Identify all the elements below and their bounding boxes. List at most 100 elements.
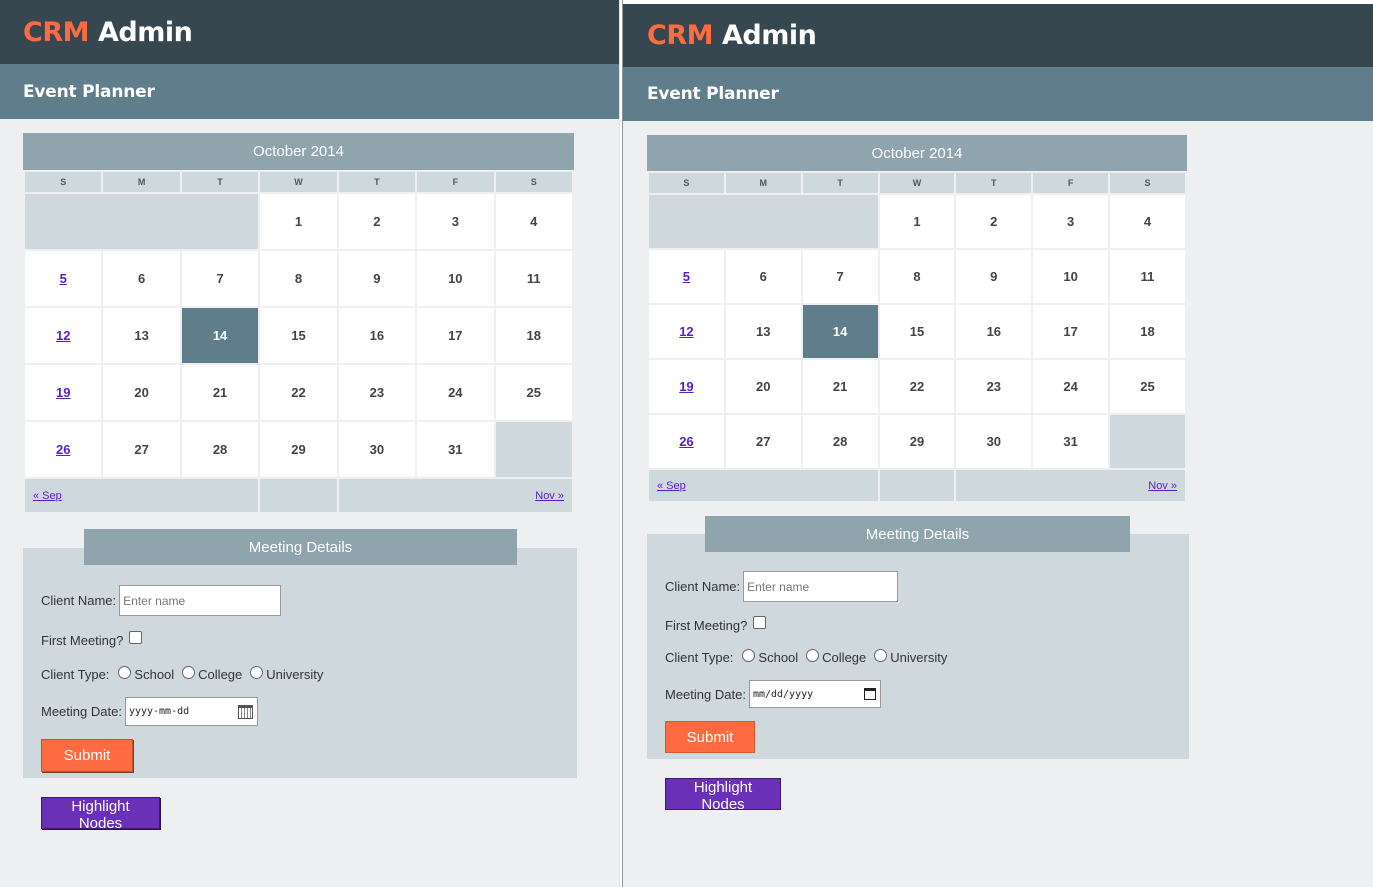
school-label: School bbox=[758, 650, 799, 665]
university-radio[interactable] bbox=[874, 649, 888, 662]
calendar-day[interactable]: 16 bbox=[338, 308, 416, 363]
meeting-date-input[interactable]: yyyy-mm-dd bbox=[124, 697, 258, 726]
college-radio[interactable] bbox=[806, 649, 820, 662]
school-radio[interactable] bbox=[742, 649, 756, 662]
calendar-day[interactable]: 21 bbox=[802, 360, 878, 413]
calendar-day[interactable]: 4 bbox=[1110, 195, 1185, 248]
calendar-day[interactable]: 18 bbox=[495, 308, 572, 363]
calendar-day-selected[interactable]: 14 bbox=[181, 308, 259, 363]
calendar-day-selected[interactable]: 14 bbox=[802, 305, 878, 358]
calendar-day[interactable]: 30 bbox=[956, 415, 1032, 468]
calendar-day[interactable]: 10 bbox=[417, 251, 494, 306]
university-radio[interactable] bbox=[250, 666, 264, 679]
calendar-day[interactable]: 10 bbox=[1033, 250, 1109, 303]
calendar-day[interactable]: 7 bbox=[802, 250, 878, 303]
calendar-day[interactable]: 16 bbox=[956, 305, 1032, 358]
calendar-day[interactable]: 31 bbox=[417, 422, 494, 477]
calendar-day[interactable]: 30 bbox=[338, 422, 416, 477]
calendar-day[interactable]: 7 bbox=[181, 251, 259, 306]
app-header: CRM Admin bbox=[623, 4, 1373, 67]
calendar-day[interactable]: 9 bbox=[956, 250, 1032, 303]
calendar-day[interactable]: 17 bbox=[1033, 305, 1109, 358]
calendar-day[interactable]: 29 bbox=[260, 422, 337, 477]
weekday-label: W bbox=[260, 172, 337, 192]
calendar-day[interactable]: 21 bbox=[181, 365, 259, 420]
calendar-day[interactable]: 23 bbox=[956, 360, 1032, 413]
calendar-day-link[interactable]: 12 bbox=[56, 328, 70, 343]
submit-button[interactable]: Submit bbox=[665, 721, 755, 753]
calendar-day[interactable]: 8 bbox=[260, 251, 337, 306]
college-radio[interactable] bbox=[182, 666, 196, 679]
calendar-day[interactable]: 2 bbox=[338, 194, 416, 249]
app-header: CRM Admin bbox=[0, 0, 619, 64]
prev-month-link[interactable]: « Sep bbox=[657, 480, 686, 492]
calendar-day[interactable]: 20 bbox=[725, 360, 801, 413]
weekday-header-row: S M T W T F S bbox=[649, 173, 1185, 193]
school-radio[interactable] bbox=[118, 666, 132, 679]
calendar-day[interactable]: 2 bbox=[956, 195, 1032, 248]
calendar-day[interactable]: 22 bbox=[260, 365, 337, 420]
first-meeting-checkbox[interactable] bbox=[753, 616, 767, 629]
calendar-day-link[interactable]: 19 bbox=[679, 379, 693, 394]
calendar-day[interactable]: 6 bbox=[103, 251, 180, 306]
calendar-day[interactable]: 4 bbox=[495, 194, 572, 249]
calendar-day[interactable]: 3 bbox=[1033, 195, 1109, 248]
calendar-day[interactable]: 11 bbox=[1110, 250, 1185, 303]
page-title-bar: Event Planner bbox=[623, 67, 1373, 121]
calendar-day[interactable]: 1 bbox=[879, 195, 955, 248]
calendar-month-label: October 2014 bbox=[23, 133, 574, 170]
calendar-day[interactable]: 18 bbox=[1110, 305, 1185, 358]
next-month-link[interactable]: Nov » bbox=[535, 490, 564, 502]
calendar-day[interactable]: 27 bbox=[103, 422, 180, 477]
calendar-day[interactable]: 28 bbox=[181, 422, 259, 477]
calendar-nav-prev-cell: « Sep bbox=[649, 470, 878, 501]
highlight-nodes-button[interactable]: Highlight Nodes bbox=[41, 797, 160, 832]
calendar-day[interactable]: 15 bbox=[260, 308, 337, 363]
calendar-day[interactable]: 24 bbox=[1033, 360, 1109, 413]
submit-button[interactable]: Submit bbox=[41, 739, 133, 772]
next-month-link[interactable]: Nov » bbox=[1148, 480, 1177, 492]
calendar-day[interactable]: 27 bbox=[725, 415, 801, 468]
calendar-day[interactable]: 11 bbox=[495, 251, 572, 306]
weekday-label: F bbox=[1033, 173, 1109, 193]
calendar-day[interactable]: 9 bbox=[338, 251, 416, 306]
calendar-day[interactable]: 28 bbox=[802, 415, 878, 468]
calendar-day-link[interactable]: 19 bbox=[56, 385, 70, 400]
calendar-day[interactable]: 13 bbox=[103, 308, 180, 363]
highlight-nodes-button[interactable]: Highlight Nodes bbox=[665, 778, 781, 813]
calendar-week-row: 5 6 7 8 9 10 11 bbox=[25, 251, 572, 306]
prev-month-link[interactable]: « Sep bbox=[33, 490, 62, 502]
calendar-day-link[interactable]: 26 bbox=[679, 434, 693, 449]
calendar-day-cell: 5 bbox=[25, 251, 102, 306]
client-type-label: Client Type: bbox=[41, 667, 110, 682]
calendar-day[interactable]: 17 bbox=[417, 308, 494, 363]
calendar-day-link[interactable]: 26 bbox=[56, 442, 70, 457]
first-meeting-checkbox[interactable] bbox=[129, 631, 143, 644]
calendar-day-link[interactable]: 5 bbox=[683, 269, 690, 284]
calendar-day[interactable]: 24 bbox=[417, 365, 494, 420]
calendar-day[interactable]: 8 bbox=[879, 250, 955, 303]
calendar-icon[interactable] bbox=[863, 688, 876, 700]
calendar-day[interactable]: 25 bbox=[1110, 360, 1185, 413]
calendar-day[interactable]: 22 bbox=[879, 360, 955, 413]
weekday-label: M bbox=[725, 173, 801, 193]
calendar-day[interactable]: 6 bbox=[725, 250, 801, 303]
calendar-day[interactable]: 23 bbox=[338, 365, 416, 420]
university-label: University bbox=[266, 667, 324, 682]
client-name-input[interactable] bbox=[743, 571, 899, 602]
calendar-day[interactable]: 20 bbox=[103, 365, 180, 420]
meeting-date-input[interactable]: mm/dd/yyyy bbox=[748, 680, 881, 708]
calendar-day-link[interactable]: 12 bbox=[679, 324, 693, 339]
calendar-day[interactable]: 1 bbox=[260, 194, 337, 249]
calendar-day[interactable]: 25 bbox=[495, 365, 572, 420]
calendar-day[interactable]: 13 bbox=[725, 305, 801, 358]
calendar-day[interactable]: 29 bbox=[879, 415, 955, 468]
calendar-icon[interactable] bbox=[237, 704, 253, 719]
calendar-day[interactable]: 3 bbox=[417, 194, 494, 249]
weekday-label: T bbox=[338, 172, 416, 192]
client-name-input[interactable] bbox=[119, 585, 282, 616]
calendar-day-link[interactable]: 5 bbox=[60, 271, 67, 286]
calendar-day[interactable]: 31 bbox=[1033, 415, 1109, 468]
client-type-label: Client Type: bbox=[665, 650, 734, 665]
calendar-day[interactable]: 15 bbox=[879, 305, 955, 358]
